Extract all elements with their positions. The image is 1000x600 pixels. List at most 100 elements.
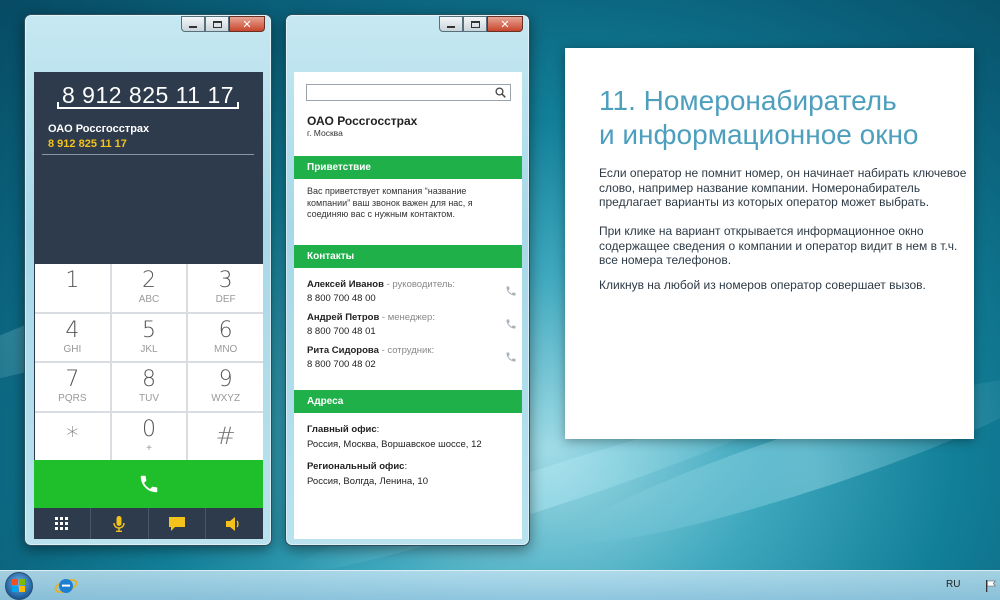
slide-title-line: 11. Номеронабиратель <box>599 85 897 116</box>
key-digit: 8 <box>141 367 156 393</box>
key-letters: ABC <box>138 294 160 306</box>
start-button[interactable] <box>5 572 33 600</box>
key-5[interactable]: 5 JKL <box>111 313 187 361</box>
key-letters: GHI <box>63 343 82 355</box>
key-digit: * <box>66 422 79 451</box>
key-9[interactable]: 9 WXYZ <box>188 363 263 411</box>
search-box <box>306 84 511 103</box>
key-letters: TUV <box>138 393 159 405</box>
section-greeting: Приветствие <box>294 156 522 179</box>
company-city: г. Москва <box>307 128 343 138</box>
address-separator: : <box>376 424 380 435</box>
keypad-icon <box>55 516 69 530</box>
maximize-button[interactable] <box>463 16 487 32</box>
internet-explorer-button[interactable] <box>52 573 80 599</box>
slide-paragraph: Если оператор не помнит номер, он начина… <box>599 166 967 209</box>
contact-phone[interactable]: 8 800 700 48 01 <box>307 326 517 337</box>
dialed-number-input[interactable]: 8 912 825 11 17 <box>57 81 239 109</box>
key-letters: MNO <box>213 343 238 355</box>
dialer-window: ✕ 8 912 825 11 17 ОАО Россгосстрах 8 912… <box>24 14 272 546</box>
contact-role: - руководитель: <box>383 279 456 290</box>
key-letters: DEF <box>215 294 236 306</box>
key-6[interactable]: 6 MNO <box>188 313 263 361</box>
key-letters: WXYZ <box>211 393 241 405</box>
key-digit: 1 <box>65 268 80 294</box>
close-icon: ✕ <box>242 17 252 31</box>
phone-icon <box>140 475 157 493</box>
key-digit: 4 <box>65 317 80 343</box>
window-controls: ✕ <box>439 16 523 32</box>
phone-icon[interactable] <box>505 351 517 363</box>
key-digit: 7 <box>65 367 80 393</box>
contact-item: Рита Сидорова - сотрудник: 8 800 700 48 … <box>307 345 517 370</box>
keypad-button[interactable] <box>34 508 92 539</box>
speaker-icon <box>226 516 239 531</box>
key-digit: 6 <box>218 317 233 343</box>
action-center-flag[interactable] <box>985 579 997 597</box>
key-digit: 9 <box>218 367 233 393</box>
slide-paragraph: При клике на вариант открывается информа… <box>599 224 958 267</box>
language-indicator[interactable]: RU <box>946 579 960 590</box>
suggested-contact-name[interactable]: ОАО Россгосстрах <box>48 123 149 135</box>
call-button[interactable] <box>34 460 263 508</box>
key-digit: 5 <box>141 317 156 343</box>
address-item: Главный офис: Россия, Москва, Воршавское… <box>307 424 482 450</box>
minimize-icon <box>447 25 455 28</box>
key-8[interactable]: 8 TUV <box>111 363 187 411</box>
key-hash[interactable]: # <box>188 412 263 460</box>
contact-name: Рита Сидорова <box>307 345 379 356</box>
key-4[interactable]: 4 GHI <box>35 313 110 361</box>
contact-phone[interactable]: 8 800 700 48 02 <box>307 359 517 370</box>
maximize-icon <box>212 20 222 28</box>
key-digit: 3 <box>218 268 233 294</box>
address-title: Главный офис <box>307 424 377 435</box>
window-controls: ✕ <box>181 16 265 32</box>
slide-title: 11. Номеронабиратель и информационное ок… <box>599 84 969 152</box>
microphone-icon <box>113 515 126 532</box>
company-name: ОАО Россгосстрах <box>307 114 418 128</box>
search-icon[interactable] <box>495 87 506 98</box>
keypad: 1 2 ABC 3 DEF 4 GHI 5 JKL 6 MNO 7 PQRS 8 TUV 9W… <box>35 264 263 460</box>
minimize-icon <box>189 25 197 28</box>
address-separator: : <box>404 461 408 472</box>
phone-icon[interactable] <box>505 285 517 297</box>
microphone-button[interactable] <box>91 508 149 539</box>
close-button[interactable]: ✕ <box>487 16 523 32</box>
contact-name: Андрей Петров <box>307 312 380 323</box>
key-digit: 0 <box>141 416 156 442</box>
greeting-text: Вас приветствует компания “название комп… <box>307 186 473 219</box>
address-title: Региональный офис <box>307 461 405 472</box>
speaker-button[interactable] <box>206 508 263 539</box>
dialer-toolbar <box>34 508 263 539</box>
maximize-button[interactable] <box>205 16 229 32</box>
key-0[interactable]: 0 + <box>111 412 187 460</box>
key-1[interactable]: 1 <box>35 264 110 312</box>
close-icon: ✕ <box>500 17 510 31</box>
minimize-button[interactable] <box>439 16 463 32</box>
description-panel: 11. Номеронабиратель и информационное ок… <box>565 48 974 439</box>
flag-icon <box>986 580 996 592</box>
address-value: Россия, Москва, Воршавское шоссе, 12 <box>307 439 482 450</box>
message-button[interactable] <box>149 508 206 539</box>
message-icon <box>168 516 185 531</box>
address-item: Региональный офис: Россия, Волгда, Ленин… <box>307 461 428 487</box>
info-window: ✕ ОАО Россгосстрах г. Москва Приветствие… <box>285 14 530 546</box>
key-3[interactable]: 3 DEF <box>188 264 263 312</box>
contact-phone[interactable]: 8 800 700 48 00 <box>307 293 517 304</box>
address-value: Россия, Волгда, Ленина, 10 <box>307 476 428 487</box>
key-2[interactable]: 2 ABC <box>111 264 187 312</box>
slide-paragraph: Кликнув на любой из номеров оператор сов… <box>599 278 926 292</box>
minimize-button[interactable] <box>181 16 205 32</box>
contact-role: - сотрудник: <box>378 345 435 356</box>
search-input[interactable] <box>307 88 487 103</box>
internet-explorer-icon <box>54 579 78 593</box>
phone-icon[interactable] <box>505 318 517 330</box>
key-letters: PQRS <box>58 393 87 405</box>
slide-title-line: и информационное окно <box>599 119 919 150</box>
section-contacts: Контакты <box>294 245 522 268</box>
key-star[interactable]: * <box>35 412 110 460</box>
suggested-contact-number[interactable]: 8 912 825 11 17 <box>48 138 127 150</box>
key-digit: 2 <box>141 268 156 294</box>
key-7[interactable]: 7 PQRS <box>35 363 110 411</box>
close-button[interactable]: ✕ <box>229 16 265 32</box>
